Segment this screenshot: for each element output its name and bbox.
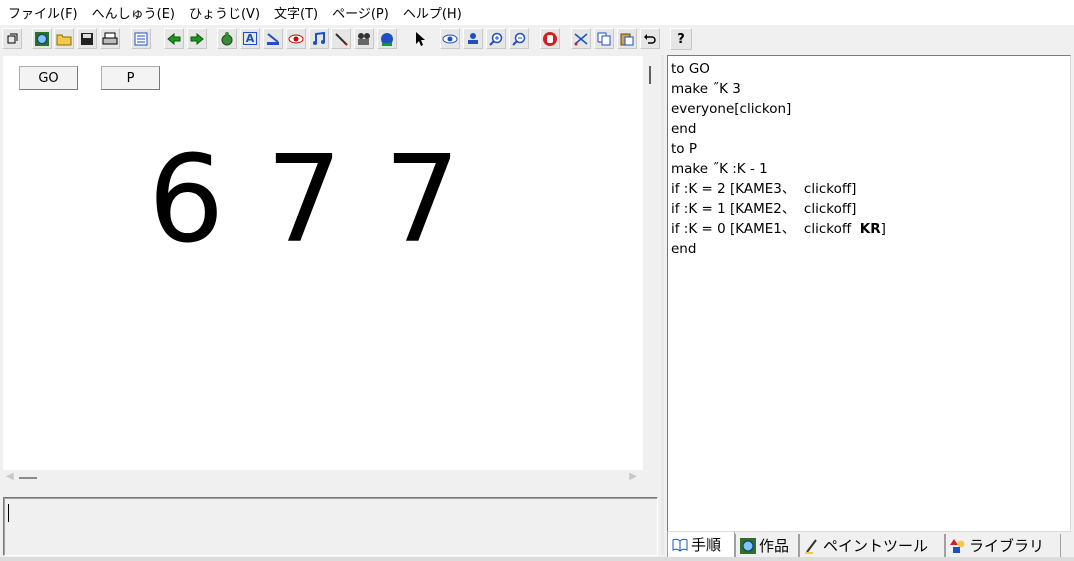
save-icon[interactable] bbox=[77, 28, 97, 49]
print-icon[interactable] bbox=[100, 28, 120, 49]
procedures-editor[interactable]: to GO make ˝K 3 everyone[clickon] end to… bbox=[667, 55, 1071, 532]
horizontal-scrollbar[interactable]: ◀ ▶ bbox=[3, 470, 643, 486]
procedure-text: if :K = 0 [KAME1、 clickoff bbox=[671, 221, 860, 237]
pen-icon[interactable] bbox=[331, 28, 351, 49]
procedure-line: end bbox=[671, 121, 697, 137]
cut-icon[interactable] bbox=[571, 28, 591, 49]
scroll-right-icon[interactable]: ▶ bbox=[629, 471, 637, 482]
panel-splitter[interactable] bbox=[661, 55, 664, 555]
shapes-icon bbox=[950, 538, 965, 553]
procedure-text-tail: ] bbox=[880, 221, 886, 237]
procedure-line: make ˝K :K - 1 bbox=[671, 161, 768, 177]
tab-works[interactable]: 作品 bbox=[735, 534, 799, 558]
zoom-out-icon[interactable] bbox=[509, 28, 529, 49]
open-folder-icon[interactable] bbox=[54, 28, 74, 49]
menu-page[interactable]: ページ(P) bbox=[326, 3, 397, 22]
paste-icon[interactable] bbox=[617, 28, 637, 49]
scroll-left-icon[interactable]: ◀ bbox=[6, 471, 14, 482]
text-cursor bbox=[8, 504, 9, 522]
music-note-icon[interactable] bbox=[309, 28, 329, 49]
procedure-line: make ˝K 3 bbox=[671, 81, 741, 97]
video-camera-icon[interactable] bbox=[354, 28, 374, 49]
zoom-in-icon[interactable] bbox=[486, 28, 506, 49]
menu-edit[interactable]: へんしゅう(E) bbox=[86, 3, 183, 22]
page-list-icon[interactable] bbox=[131, 28, 151, 49]
tab-label: 手順 bbox=[691, 536, 722, 554]
text-box-icon[interactable]: A bbox=[240, 28, 260, 49]
page-caret bbox=[649, 66, 651, 84]
menu-view[interactable]: ひょうじ(V) bbox=[183, 3, 268, 22]
digit-3: 7 bbox=[384, 141, 460, 251]
book-icon bbox=[672, 538, 688, 552]
menu-text[interactable]: 文字(T) bbox=[268, 3, 326, 22]
command-center-input[interactable] bbox=[3, 497, 658, 556]
procedure-keyword: KR bbox=[859, 221, 881, 237]
character-icon[interactable] bbox=[377, 28, 397, 49]
eye-sensor-icon[interactable] bbox=[286, 28, 306, 49]
procedure-line: to P bbox=[671, 141, 697, 157]
stamp-icon[interactable] bbox=[463, 28, 483, 49]
new-project-icon[interactable] bbox=[32, 28, 52, 49]
tab-paint-tool[interactable]: ペイントツール bbox=[799, 534, 945, 558]
tab-procedures[interactable]: 手順 bbox=[667, 532, 735, 558]
procedure-line: to GO bbox=[671, 61, 710, 77]
scroll-thumb[interactable] bbox=[19, 477, 37, 479]
digit-2: 7 bbox=[266, 141, 342, 251]
tab-library[interactable]: ライブラリ bbox=[945, 534, 1061, 558]
tab-label: 作品 bbox=[759, 537, 790, 555]
menu-bar: ファイル(F) へんしゅう(E) ひょうじ(V) 文字(T) ページ(P) ヘル… bbox=[0, 0, 1074, 25]
go-button[interactable]: GO bbox=[19, 66, 78, 90]
copy-icon[interactable] bbox=[594, 28, 614, 49]
restore-icon[interactable] bbox=[2, 28, 22, 49]
previous-page-icon[interactable] bbox=[164, 28, 184, 49]
page-canvas[interactable]: GO P 6 7 7 bbox=[3, 56, 643, 470]
tab-label: ペイントツール bbox=[823, 537, 929, 555]
menu-file[interactable]: ファイル(F) bbox=[2, 3, 86, 22]
panel-tabs: 手順 作品 ペイントツール ライブラリ bbox=[667, 532, 1071, 558]
digit-display: 6 7 7 bbox=[148, 141, 460, 251]
brush-icon bbox=[805, 538, 817, 554]
globe-icon bbox=[740, 537, 756, 554]
procedure-line: end bbox=[671, 241, 697, 257]
procedure-line: if :K = 2 [KAME3、 clickoff] bbox=[671, 181, 857, 197]
stop-hand-icon[interactable] bbox=[540, 28, 560, 49]
procedure-line: everyone[clickon] bbox=[671, 101, 792, 117]
undo-icon[interactable] bbox=[640, 28, 660, 49]
slider-icon[interactable] bbox=[263, 28, 283, 49]
menu-help[interactable]: ヘルプ(H) bbox=[397, 3, 470, 22]
eye-view-icon[interactable] bbox=[440, 28, 460, 49]
procedure-line: if :K = 0 [KAME1、 clickoff KR] bbox=[671, 219, 1070, 239]
turtle-icon[interactable] bbox=[217, 28, 237, 49]
p-button[interactable]: P bbox=[101, 66, 160, 90]
procedure-line: if :K = 1 [KAME2、 clickoff] bbox=[671, 201, 857, 217]
tab-label: ライブラリ bbox=[969, 537, 1045, 555]
help-button[interactable]: ? bbox=[670, 28, 692, 50]
next-page-icon[interactable] bbox=[187, 28, 207, 49]
status-strip bbox=[0, 557, 1074, 561]
toolbar: A bbox=[0, 27, 700, 51]
digit-1: 6 bbox=[148, 141, 224, 251]
text-box-label: A bbox=[242, 32, 258, 45]
pointer-icon[interactable] bbox=[410, 28, 430, 49]
